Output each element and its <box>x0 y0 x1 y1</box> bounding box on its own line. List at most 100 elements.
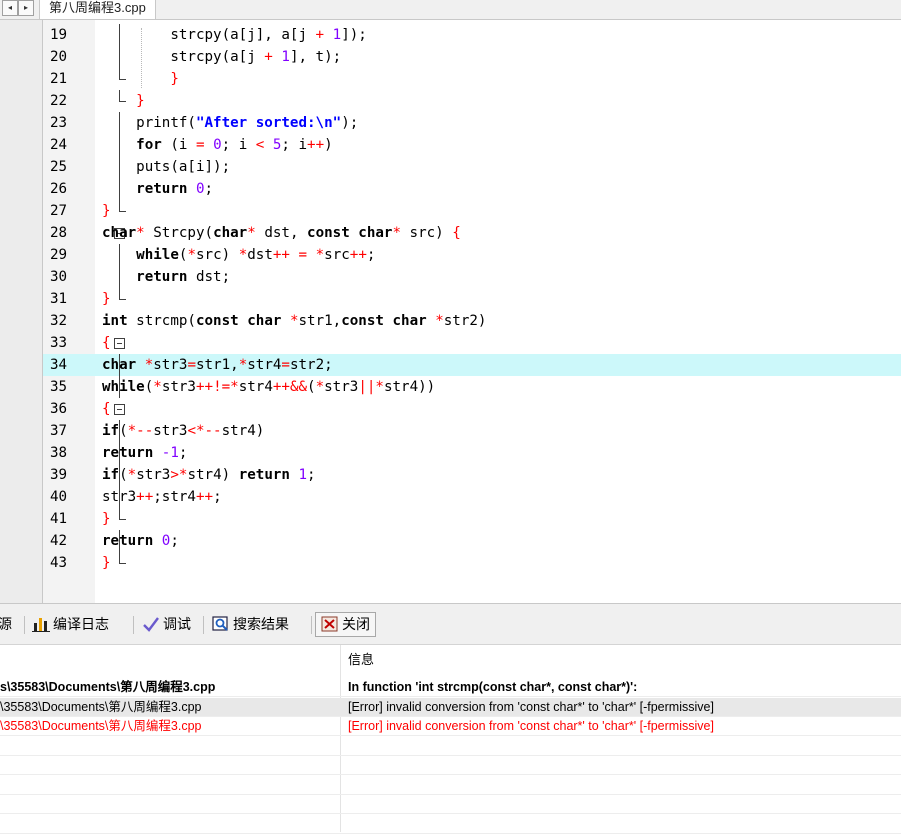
code-text: return -1; <box>102 442 187 464</box>
bottom-panel-tabs: 源 编译日志 调试 搜索结果 关闭 <box>0 603 901 644</box>
line-number[interactable]: 23 <box>50 112 67 134</box>
code-text: } <box>102 200 111 222</box>
code-token: if <box>102 423 120 439</box>
line-number[interactable]: 27 <box>50 200 67 222</box>
line-number[interactable]: 39 <box>50 464 67 486</box>
code-line[interactable]: 29 while(*src) *dst++ = *src++; <box>43 244 901 266</box>
code-token: str2; <box>289 357 333 373</box>
code-line[interactable]: 22 } <box>43 90 901 112</box>
line-number[interactable]: 34 <box>50 354 67 376</box>
compiler-messages-list[interactable]: 信息 s\35583\Documents\第八周编程3.cpp In functi… <box>0 644 901 834</box>
line-number[interactable]: 29 <box>50 244 67 266</box>
code-token: 1 <box>298 467 308 483</box>
code-token: * <box>127 467 137 483</box>
code-line[interactable]: 35 while(*str3++!=*str4++&&(*str3||*str4)… <box>43 376 901 398</box>
fold-toggle-icon[interactable] <box>78 222 125 244</box>
code-line[interactable]: 36 { <box>43 398 901 420</box>
line-number[interactable]: 42 <box>50 530 67 552</box>
code-text: return dst; <box>102 266 230 288</box>
code-line[interactable]: 38 return -1; <box>43 442 901 464</box>
checkmark-icon <box>142 615 160 632</box>
code-line[interactable]: 37 if(*--str3<*--str4) <box>43 420 901 442</box>
code-line[interactable]: 43} <box>43 552 901 574</box>
code-token: } <box>102 555 111 571</box>
code-line[interactable]: 42 return 0; <box>43 530 901 552</box>
fold-toggle-icon[interactable] <box>78 398 125 420</box>
tab-label: 第八周编程3.cpp <box>49 0 146 15</box>
message-row[interactable]: s\35583\Documents\第八周编程3.cpp In function … <box>0 678 901 697</box>
code-editor[interactable]: 19 strcpy(a[j], a[j + 1]); 20 strcpy(a[j … <box>0 20 901 603</box>
tab-scroll-left-button[interactable]: ◂ <box>2 0 18 16</box>
code-token: str3 <box>102 489 137 505</box>
code-line[interactable]: 27} <box>43 200 901 222</box>
code-token: } <box>170 71 179 87</box>
tab-debug[interactable]: 调试 <box>142 612 191 637</box>
line-number[interactable]: 40 <box>50 486 67 508</box>
code-token: ; <box>307 467 316 483</box>
line-number[interactable]: 26 <box>50 178 67 200</box>
column-header-message[interactable]: 信息 <box>348 649 374 668</box>
code-line[interactable]: 39 if(*str3>*str4) return 1; <box>43 464 901 486</box>
line-number[interactable]: 22 <box>50 90 67 112</box>
code-line[interactable]: 23 printf("After sorted:\n"); <box>43 112 901 134</box>
message-row[interactable]: \35583\Documents\第八周编程3.cpp [Error] inval… <box>0 717 901 736</box>
line-number[interactable]: 19 <box>50 24 67 46</box>
code-line[interactable]: 26 return 0; <box>43 178 901 200</box>
code-token: ( <box>307 379 316 395</box>
line-number[interactable]: 28 <box>50 222 67 244</box>
line-number[interactable]: 20 <box>50 46 67 68</box>
code-line[interactable]: 30 return dst; <box>43 266 901 288</box>
tab-scroll-right-button[interactable]: ▸ <box>18 0 34 16</box>
line-number[interactable]: 30 <box>50 266 67 288</box>
line-number[interactable]: 36 <box>50 398 67 420</box>
code-line[interactable]: 28 char* Strcpy(char* dst, const char* sr… <box>43 222 901 244</box>
chevron-right-icon: ▸ <box>23 3 28 12</box>
tab-active-file[interactable]: 第八周编程3.cpp <box>39 0 156 19</box>
line-number[interactable]: 25 <box>50 156 67 178</box>
line-number[interactable]: 37 <box>50 420 67 442</box>
tab-search-results[interactable]: 搜索结果 <box>212 612 289 637</box>
code-line[interactable]: 19 strcpy(a[j], a[j + 1]); <box>43 24 901 46</box>
code-token: char <box>358 225 393 241</box>
code-line[interactable]: 21 } <box>43 68 901 90</box>
code-line[interactable]: 40 str3++;str4++; <box>43 486 901 508</box>
code-line[interactable]: 41} <box>43 508 901 530</box>
line-number[interactable]: 32 <box>50 310 67 332</box>
code-token: char <box>247 313 282 329</box>
empty-row <box>0 756 901 775</box>
line-number[interactable]: 35 <box>50 376 67 398</box>
line-number[interactable]: 43 <box>50 552 67 574</box>
code-token: -1 <box>161 445 179 461</box>
code-token: ( <box>144 379 154 395</box>
code-line[interactable]: 25 puts(a[i]); <box>43 156 901 178</box>
tab-resources[interactable]: 源 <box>0 612 12 637</box>
code-token: const <box>307 225 350 241</box>
fold-toggle-icon[interactable] <box>78 332 125 354</box>
message-row[interactable]: \35583\Documents\第八周编程3.cpp [Error] inval… <box>0 697 901 717</box>
code-token: 0 <box>213 137 222 153</box>
code-line[interactable]: 24 for (i = 0; i < 5; i++) <box>43 134 901 156</box>
line-number[interactable]: 24 <box>50 134 67 156</box>
code-token: * <box>315 247 325 263</box>
line-number[interactable]: 38 <box>50 442 67 464</box>
line-number[interactable]: 41 <box>50 508 67 530</box>
fold-guide <box>78 310 92 332</box>
line-number[interactable]: 33 <box>50 332 67 354</box>
code-line[interactable]: 34 char *str3=str1,*str4=str2; <box>43 354 901 376</box>
code-line[interactable]: 32 int strcmp(const char *str1,const char… <box>43 310 901 332</box>
code-line[interactable]: 33 { <box>43 332 901 354</box>
line-number[interactable]: 31 <box>50 288 67 310</box>
code-token: ++ <box>307 137 325 153</box>
code-line[interactable]: 20 strcpy(a[j + 1], t); <box>43 46 901 68</box>
code-token: dst <box>247 247 273 263</box>
code-text: char* Strcpy(char* dst, const char* src)… <box>102 222 461 244</box>
code-line[interactable]: 31} <box>43 288 901 310</box>
close-panel-button[interactable]: 关闭 <box>315 612 376 637</box>
tab-compile-log[interactable]: 编译日志 <box>32 612 109 637</box>
code-token: * <box>435 313 444 329</box>
line-number[interactable]: 21 <box>50 68 67 90</box>
